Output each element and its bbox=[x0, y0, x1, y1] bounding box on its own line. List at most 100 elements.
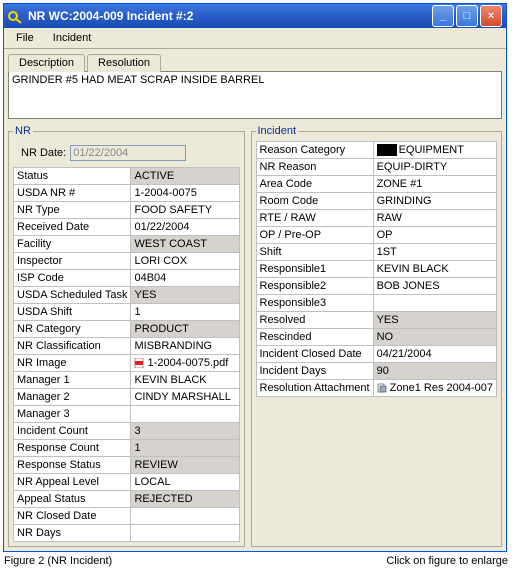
table-row: Incident Closed Date04/21/2004 bbox=[256, 346, 497, 363]
app-icon bbox=[8, 8, 24, 24]
menu-file[interactable]: File bbox=[8, 30, 42, 46]
field-value: YES bbox=[373, 312, 496, 329]
field-label: Responsible2 bbox=[256, 278, 373, 295]
table-row: Manager 3 bbox=[14, 406, 240, 423]
content-area: Description Resolution GRINDER #5 HAD ME… bbox=[4, 49, 506, 551]
field-value: PRODUCT bbox=[131, 321, 239, 338]
table-row: NR TypeFOOD SAFETY bbox=[14, 202, 240, 219]
field-value: 01/22/2004 bbox=[131, 219, 239, 236]
field-value: Zone1 Res 2004-007 bbox=[373, 380, 496, 397]
field-label: Manager 1 bbox=[14, 372, 131, 389]
table-row: NR Appeal LevelLOCAL bbox=[14, 474, 240, 491]
table-row: Area CodeZONE #1 bbox=[256, 176, 497, 193]
field-value: BOB JONES bbox=[373, 278, 496, 295]
field-value bbox=[131, 406, 239, 423]
field-label: Inspector bbox=[14, 253, 131, 270]
incident-legend: Incident bbox=[256, 125, 299, 137]
table-row: USDA NR #1-2004-0075 bbox=[14, 185, 240, 202]
table-row: InspectorLORI COX bbox=[14, 253, 240, 270]
attach-icon bbox=[377, 383, 387, 393]
field-value: WEST COAST bbox=[131, 236, 239, 253]
table-row: NR Days bbox=[14, 525, 240, 542]
table-row: ISP Code04B04 bbox=[14, 270, 240, 287]
field-label: Resolved bbox=[256, 312, 373, 329]
table-row: Manager 1KEVIN BLACK bbox=[14, 372, 240, 389]
nr-group: NR NR Date: StatusACTIVEUSDA NR #1-2004-… bbox=[8, 125, 245, 547]
field-label: NR Type bbox=[14, 202, 131, 219]
table-row: USDA Shift1 bbox=[14, 304, 240, 321]
table-row: Shift1ST bbox=[256, 244, 497, 261]
field-value: ACTIVE bbox=[131, 168, 239, 185]
field-value bbox=[131, 508, 239, 525]
field-value bbox=[131, 525, 239, 542]
table-row: NR ReasonEQUIP-DIRTY bbox=[256, 159, 497, 176]
nr-date-input[interactable] bbox=[70, 145, 186, 161]
field-label: USDA Shift bbox=[14, 304, 131, 321]
field-label: NR Appeal Level bbox=[14, 474, 131, 491]
field-label: NR Days bbox=[14, 525, 131, 542]
table-row: Incident Days90 bbox=[256, 363, 497, 380]
menu-incident[interactable]: Incident bbox=[45, 30, 100, 46]
table-row: Appeal StatusREJECTED bbox=[14, 491, 240, 508]
table-row: Resolution Attachment Zone1 Res 2004-007 bbox=[256, 380, 497, 397]
field-label: Response Count bbox=[14, 440, 131, 457]
field-value: ZONE #1 bbox=[373, 176, 496, 193]
table-row: StatusACTIVE bbox=[14, 168, 240, 185]
tab-description[interactable]: Description bbox=[8, 54, 85, 72]
table-row: USDA Scheduled TaskYES bbox=[14, 287, 240, 304]
table-row: NR Image 1-2004-0075.pdf bbox=[14, 355, 240, 372]
field-value: 04/21/2004 bbox=[373, 346, 496, 363]
maximize-button[interactable]: □ bbox=[456, 5, 478, 27]
color-swatch bbox=[377, 144, 397, 156]
close-button[interactable]: × bbox=[480, 5, 502, 27]
field-value: GRINDING bbox=[373, 193, 496, 210]
caption-right[interactable]: Click on figure to enlarge bbox=[386, 555, 508, 567]
table-row: Room CodeGRINDING bbox=[256, 193, 497, 210]
field-value: EQUIP-DIRTY bbox=[373, 159, 496, 176]
pdf-icon bbox=[134, 358, 144, 368]
field-value: 3 bbox=[131, 423, 239, 440]
field-label: Incident Days bbox=[256, 363, 373, 380]
minimize-button[interactable]: _ bbox=[432, 5, 454, 27]
field-value: REVIEW bbox=[131, 457, 239, 474]
field-label: NR Reason bbox=[256, 159, 373, 176]
tab-resolution[interactable]: Resolution bbox=[87, 54, 161, 72]
field-label: NR Classification bbox=[14, 338, 131, 355]
table-row: Manager 2CINDY MARSHALL bbox=[14, 389, 240, 406]
field-label: Status bbox=[14, 168, 131, 185]
table-row: Responsible2BOB JONES bbox=[256, 278, 497, 295]
field-label: Area Code bbox=[256, 176, 373, 193]
table-row: ResolvedYES bbox=[256, 312, 497, 329]
field-value: RAW bbox=[373, 210, 496, 227]
window-title: NR WC:2004-009 Incident #:2 bbox=[28, 9, 432, 23]
field-value: FOOD SAFETY bbox=[131, 202, 239, 219]
field-label: Rescinded bbox=[256, 329, 373, 346]
table-row: RTE / RAWRAW bbox=[256, 210, 497, 227]
field-value: KEVIN BLACK bbox=[131, 372, 239, 389]
table-row: Reason CategoryEQUIPMENT bbox=[256, 142, 497, 159]
field-label: RTE / RAW bbox=[256, 210, 373, 227]
field-value: LOCAL bbox=[131, 474, 239, 491]
field-label: Appeal Status bbox=[14, 491, 131, 508]
titlebar: NR WC:2004-009 Incident #:2 _ □ × bbox=[4, 4, 506, 28]
description-textarea[interactable]: GRINDER #5 HAD MEAT SCRAP INSIDE BARREL bbox=[8, 71, 502, 119]
field-label: Incident Closed Date bbox=[256, 346, 373, 363]
incident-group: Incident Reason CategoryEQUIPMENTNR Reas… bbox=[251, 125, 503, 547]
incident-grid: Reason CategoryEQUIPMENTNR ReasonEQUIP-D… bbox=[256, 141, 498, 397]
field-value: 04B04 bbox=[131, 270, 239, 287]
field-value bbox=[373, 295, 496, 312]
field-value: LORI COX bbox=[131, 253, 239, 270]
table-row: Response StatusREVIEW bbox=[14, 457, 240, 474]
table-row: Response Count1 bbox=[14, 440, 240, 457]
field-label: NR Category bbox=[14, 321, 131, 338]
field-value: 90 bbox=[373, 363, 496, 380]
app-window: NR WC:2004-009 Incident #:2 _ □ × File I… bbox=[3, 3, 507, 552]
figure-caption: Figure 2 (NR Incident) Click on figure t… bbox=[4, 555, 508, 567]
field-label: Manager 3 bbox=[14, 406, 131, 423]
field-label: OP / Pre-OP bbox=[256, 227, 373, 244]
field-value: 1 bbox=[131, 304, 239, 321]
field-value: CINDY MARSHALL bbox=[131, 389, 239, 406]
field-label: Incident Count bbox=[14, 423, 131, 440]
table-row: RescindedNO bbox=[256, 329, 497, 346]
table-row: NR Closed Date bbox=[14, 508, 240, 525]
